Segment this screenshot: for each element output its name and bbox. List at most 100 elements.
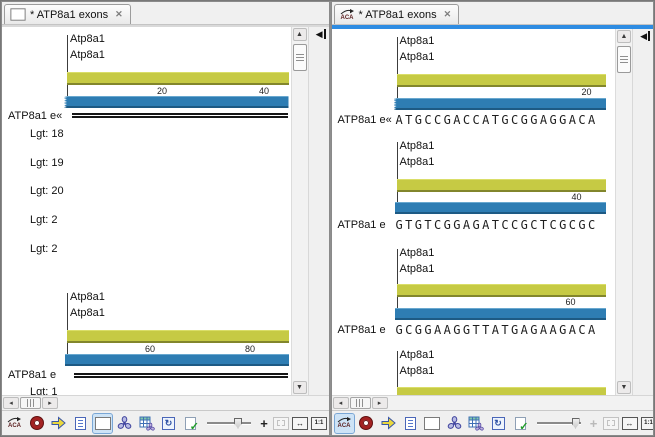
track-label: Atp8a1 bbox=[400, 140, 435, 152]
zoom-to-selection-button[interactable] bbox=[273, 417, 289, 430]
annotation-bar-blue[interactable] bbox=[64, 96, 289, 108]
right-vertical-scrollbar[interactable]: ▲ ▼ bbox=[615, 29, 632, 395]
left-view-toolbar: ACA bbox=[2, 410, 329, 435]
scroll-up-button[interactable]: ▲ bbox=[293, 28, 307, 41]
sequence-text[interactable]: GCGGAAGGTTATGAGAAGACA bbox=[396, 323, 598, 337]
export-arrow-icon bbox=[380, 416, 397, 430]
scroll-right-icon: ▸ bbox=[378, 399, 382, 407]
scroll-left-button[interactable]: ◂ bbox=[3, 397, 19, 409]
track-label: Atp8a1 bbox=[400, 156, 435, 168]
fit-width-button[interactable]: ↔ bbox=[622, 417, 638, 430]
export-graphics-button[interactable] bbox=[379, 414, 398, 433]
scroll-right-button[interactable]: ▸ bbox=[372, 397, 388, 409]
annotation-bar-blue[interactable] bbox=[394, 98, 607, 110]
compressed-sequence-line[interactable] bbox=[74, 373, 288, 378]
scroll-down-button[interactable]: ▼ bbox=[617, 381, 631, 394]
history-view-button[interactable]: ↻ bbox=[159, 414, 178, 433]
history-view-button[interactable]: ↻ bbox=[489, 414, 508, 433]
annotation-bar-blue[interactable] bbox=[65, 354, 289, 366]
zoom-in-button[interactable]: + bbox=[258, 416, 270, 431]
sequence-view-button[interactable]: ACA bbox=[5, 414, 24, 433]
scrollbar-thumb[interactable] bbox=[293, 44, 307, 71]
text-view-icon bbox=[405, 417, 416, 430]
track-view-button[interactable] bbox=[93, 414, 112, 433]
ruler-number: 60 bbox=[145, 344, 155, 354]
zoom-slider-thumb[interactable] bbox=[234, 418, 242, 429]
annotation-bar-yellow[interactable] bbox=[67, 72, 289, 85]
fit-width-icon: ↔ bbox=[626, 419, 634, 428]
annotation-bar-yellow[interactable] bbox=[397, 284, 607, 297]
zoom-to-selection-button[interactable] bbox=[603, 417, 619, 430]
track-label: Atp8a1 bbox=[70, 307, 105, 319]
right-view-toolbar: ACA bbox=[332, 410, 654, 435]
scroll-up-icon: ▲ bbox=[621, 33, 628, 40]
zoom-in-button[interactable]: + bbox=[588, 416, 600, 431]
annotation-bar-yellow[interactable] bbox=[397, 179, 607, 192]
thumb-grip bbox=[356, 399, 364, 407]
fit-width-button[interactable]: ↔ bbox=[292, 417, 308, 430]
left-horizontal-scrollbar[interactable]: ◂ ▸ bbox=[2, 395, 329, 410]
scrollbar-thumb[interactable] bbox=[350, 397, 371, 409]
thumb-grip bbox=[27, 399, 35, 407]
sequence-view-button[interactable]: ACA bbox=[335, 414, 354, 433]
ruler-number: 40 bbox=[259, 86, 269, 96]
element-info-button[interactable]: ✓ bbox=[181, 414, 200, 433]
selection-box-icon bbox=[277, 420, 285, 426]
annotation-bar-blue[interactable] bbox=[395, 308, 607, 320]
sequence-text[interactable]: GTGTCGGAGATCCGCTCGCGC bbox=[396, 218, 598, 232]
length-row: Lgt: 18 bbox=[30, 128, 64, 140]
cloning-view-button[interactable] bbox=[445, 414, 464, 433]
axis-line bbox=[397, 249, 398, 309]
zoom-slider-thumb[interactable] bbox=[572, 418, 580, 429]
scroll-up-icon: ▲ bbox=[296, 31, 303, 38]
one-to-one-icon: 1:1 bbox=[315, 420, 324, 426]
scroll-right-button[interactable]: ▸ bbox=[42, 397, 58, 409]
annotation-bar-blue[interactable] bbox=[395, 202, 607, 214]
length-row: Lgt: 2 bbox=[30, 243, 58, 255]
zoom-slider[interactable] bbox=[207, 417, 251, 430]
collapse-side-panel-button[interactable]: ◀ bbox=[640, 31, 650, 41]
text-view-button[interactable] bbox=[71, 414, 90, 433]
element-info-button[interactable]: ✓ bbox=[511, 414, 530, 433]
scrollbar-thumb[interactable] bbox=[617, 46, 631, 73]
scroll-up-button[interactable]: ▲ bbox=[617, 30, 631, 43]
export-graphics-button[interactable] bbox=[49, 414, 68, 433]
zoom-slider[interactable] bbox=[537, 417, 581, 430]
collapse-side-panel-button[interactable]: ◀ bbox=[316, 29, 326, 39]
circular-view-button[interactable] bbox=[27, 414, 46, 433]
propeller-icon bbox=[447, 416, 462, 431]
close-icon[interactable]: ✕ bbox=[115, 9, 123, 20]
axis-line bbox=[67, 293, 68, 355]
annotation-bar-yellow[interactable] bbox=[397, 74, 607, 87]
scrollbar-thumb[interactable] bbox=[20, 397, 41, 409]
collapse-bar-icon bbox=[648, 31, 650, 41]
tab-atp8a1-exons-left[interactable]: * ATP8a1 exons ✕ bbox=[4, 4, 131, 24]
left-main: Atp8a1 Atp8a1 20 40 ATP8a1 e« Lgt: 18 Lg… bbox=[2, 27, 329, 395]
track-label: Atp8a1 bbox=[70, 49, 105, 61]
annotation-bar-yellow[interactable] bbox=[67, 330, 289, 343]
export-arrow-icon bbox=[50, 416, 67, 430]
circular-view-button[interactable] bbox=[357, 414, 376, 433]
left-view-panel: * ATP8a1 exons ✕ Atp8a1 Atp8a1 20 40 ATP… bbox=[1, 1, 330, 436]
info-check-icon: ✓ bbox=[515, 417, 526, 430]
zoom-100-button[interactable]: 1:1 bbox=[311, 417, 327, 430]
length-row: Lgt: 19 bbox=[30, 157, 64, 169]
right-horizontal-scrollbar[interactable]: ◂ ▸ bbox=[332, 395, 654, 410]
cloning-view-button[interactable] bbox=[115, 414, 134, 433]
axis-line bbox=[397, 37, 398, 98]
table-view-button[interactable] bbox=[137, 414, 156, 433]
compressed-sequence-line[interactable] bbox=[72, 113, 288, 118]
tab-atp8a1-exons-right[interactable]: ACA * ATP8a1 exons ✕ bbox=[334, 4, 460, 24]
length-row-partial: Lgt: 1 bbox=[30, 386, 58, 395]
annotation-bar-yellow[interactable] bbox=[397, 387, 607, 395]
text-view-button[interactable] bbox=[401, 414, 420, 433]
left-vertical-scrollbar[interactable]: ▲ ▼ bbox=[291, 27, 308, 395]
zoom-100-button[interactable]: 1:1 bbox=[641, 417, 655, 430]
ruler-number: 60 bbox=[566, 297, 576, 307]
close-icon[interactable]: ✕ bbox=[444, 9, 452, 20]
scroll-left-button[interactable]: ◂ bbox=[333, 397, 349, 409]
table-view-button[interactable] bbox=[467, 414, 486, 433]
track-view-button[interactable] bbox=[423, 414, 442, 433]
scroll-down-button[interactable]: ▼ bbox=[293, 381, 307, 394]
sequence-text[interactable]: ATGCCGACCATGCGGAGGACA bbox=[396, 113, 598, 127]
